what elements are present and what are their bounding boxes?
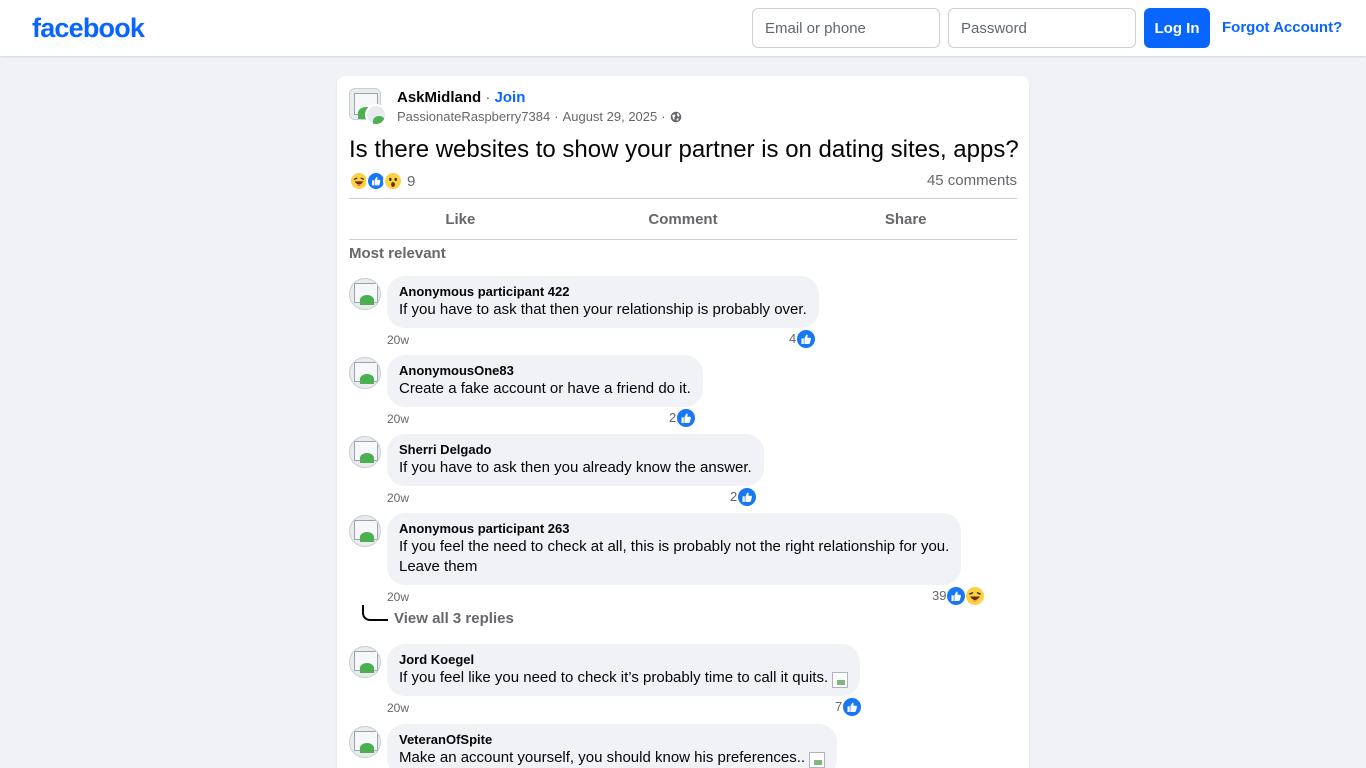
comment-like-count: 2 [669, 410, 677, 425]
post-header: AskMidland · Join [397, 88, 525, 108]
commenter-avatar[interactable] [349, 646, 381, 678]
comment-button[interactable]: Comment [572, 199, 795, 239]
post-date[interactable]: August 29, 2025 [563, 109, 658, 125]
comment-author[interactable]: Anonymous participant 422 [399, 284, 807, 300]
comment-author[interactable]: AnonymousOne83 [399, 363, 691, 379]
meta-separator-2: · [661, 109, 666, 124]
comment-bubble: AnonymousOne83 Create a fake account or … [387, 355, 703, 407]
comment-reactions[interactable]: 4 [789, 330, 816, 348]
comment-text-line-1: If you feel the need to check at all, th… [399, 538, 950, 555]
comment-text: If you have to ask that then your relati… [399, 301, 807, 318]
comment-time[interactable]: 20w [387, 411, 409, 427]
view-replies-label: View all 3 replies [394, 610, 514, 627]
like-icon [797, 330, 816, 348]
comment-text: If you feel like you need to check it’s … [399, 668, 849, 689]
commenter-avatar[interactable] [349, 357, 381, 389]
join-link[interactable]: Join [495, 89, 526, 106]
comment-like-count: 2 [730, 489, 738, 504]
post-title: Is there websites to show your partner i… [349, 136, 1019, 163]
comment-time[interactable]: 20w [387, 700, 409, 716]
comment-reactions[interactable]: 39 [932, 587, 985, 605]
share-button[interactable]: Share [794, 199, 1017, 239]
comment-bubble: Anonymous participant 263 If you feel th… [387, 513, 962, 585]
comment-text-line-2: Leave them [399, 558, 478, 575]
group-avatar[interactable] [349, 88, 387, 126]
facebook-logo[interactable]: facebook [32, 10, 145, 46]
reply-thread-line [362, 605, 388, 621]
comment-author[interactable]: Sherri Delgado [399, 442, 752, 458]
group-name-link[interactable]: AskMidland [397, 89, 481, 106]
comment-bubble: Jord Koegel If you feel like you need to… [387, 644, 861, 696]
comment-time[interactable]: 20w [387, 490, 409, 506]
wow-reaction-icon [383, 171, 403, 191]
comment-reactions[interactable]: 7 [835, 698, 862, 716]
commenter-avatar[interactable] [349, 278, 381, 310]
comment-like-count: 4 [789, 331, 797, 346]
comment-reactions[interactable]: 2 [730, 488, 757, 506]
broken-image-icon [809, 752, 826, 768]
meta-separator: · [554, 109, 559, 124]
comment-author[interactable]: VeteranOfSpite [399, 732, 825, 748]
post-action-bar: Like Comment Share [349, 198, 1017, 240]
reaction-summary[interactable]: 9 [349, 171, 415, 191]
haha-icon [966, 587, 985, 605]
like-icon [947, 587, 966, 605]
comment-like-count: 7 [835, 699, 843, 714]
broken-image-icon [832, 672, 849, 689]
top-bar: facebook Log In Forgot Account? [0, 0, 1366, 56]
comment-text-content: If you feel like you need to check it’s … [399, 669, 829, 686]
post-card: AskMidland · Join PassionateRaspberry738… [337, 76, 1029, 768]
comment-author[interactable]: Anonymous participant 263 [399, 521, 949, 537]
separator: · [485, 89, 491, 106]
commenter-avatar[interactable] [349, 726, 381, 758]
like-icon [843, 698, 862, 716]
comment-text: Create a fake account or have a friend d… [399, 380, 691, 397]
comment-author[interactable]: Jord Koegel [399, 652, 848, 668]
commenter-avatar[interactable] [349, 515, 381, 547]
login-button[interactable]: Log In [1144, 8, 1210, 48]
comment-sort-dropdown[interactable]: Most relevant [349, 244, 446, 264]
like-icon [738, 488, 757, 506]
comment-time[interactable]: 20w [387, 332, 409, 348]
post-author[interactable]: PassionateRaspberry7384 [397, 109, 550, 125]
comment-bubble: Anonymous participant 422 If you have to… [387, 276, 819, 328]
post-meta: PassionateRaspberry7384 · August 29, 202… [397, 109, 682, 125]
forgot-account-link[interactable]: Forgot Account? [1222, 18, 1342, 38]
comment-time[interactable]: 20w [387, 589, 409, 605]
like-button[interactable]: Like [349, 199, 572, 239]
commenter-avatar[interactable] [349, 436, 381, 468]
email-field[interactable] [752, 8, 940, 48]
reaction-count: 9 [407, 172, 416, 190]
comment-text-content: Make an account yourself, you should kno… [399, 749, 806, 766]
comment-text: If you have to ask then you already know… [399, 459, 752, 476]
globe-icon [670, 111, 681, 123]
comment-like-count: 39 [932, 588, 947, 603]
comment-reactions[interactable]: 2 [669, 409, 696, 427]
comment-text: Make an account yourself, you should kno… [399, 748, 826, 768]
view-replies-link[interactable]: View all 3 replies [362, 605, 514, 629]
comment-bubble: Sherri Delgado If you have to ask then y… [387, 434, 764, 486]
comment-bubble: VeteranOfSpite Make an account yourself,… [387, 724, 838, 768]
password-field[interactable] [948, 8, 1136, 48]
author-avatar [365, 104, 387, 126]
comments-count-link[interactable]: 45 comments [927, 171, 1017, 191]
like-icon [677, 409, 696, 427]
